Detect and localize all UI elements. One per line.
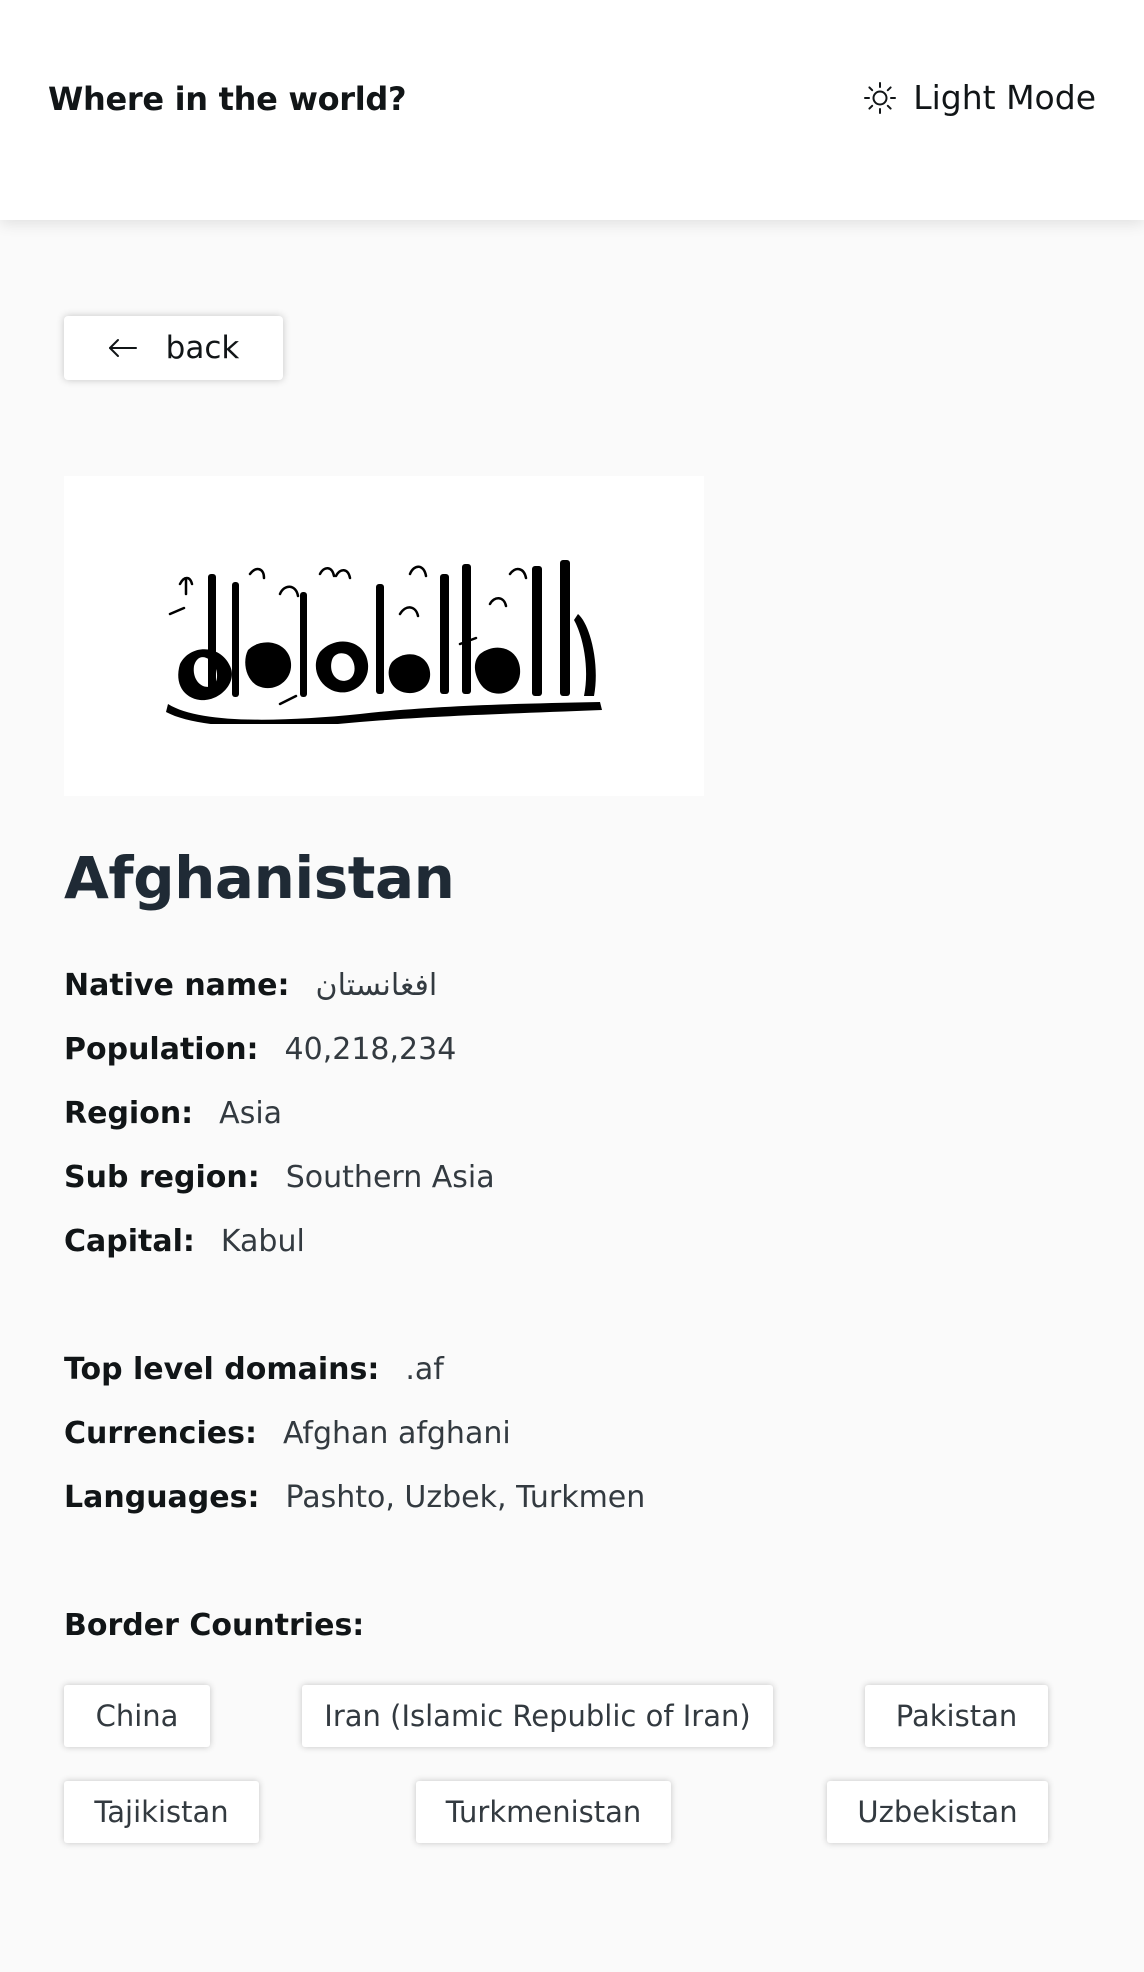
arrow-left-icon bbox=[108, 338, 138, 358]
detail-label: Languages: bbox=[64, 1480, 260, 1515]
flag-calligraphy bbox=[166, 560, 602, 724]
theme-toggle-button[interactable]: Light Mode bbox=[863, 78, 1096, 117]
flag-image bbox=[64, 476, 704, 796]
detail-label: Currencies: bbox=[64, 1416, 257, 1451]
back-button-label: back bbox=[165, 330, 240, 366]
detail-value: Southern Asia bbox=[285, 1160, 495, 1195]
detail-label: Capital: bbox=[64, 1224, 195, 1259]
sun-icon bbox=[863, 81, 897, 115]
theme-toggle-label: Light Mode bbox=[913, 78, 1096, 117]
detail-population: Population: 40,218,234 bbox=[64, 1030, 456, 1070]
detail-sub-region: Sub region: Southern Asia bbox=[64, 1158, 495, 1198]
app-header: Where in the world? Light Mode bbox=[0, 0, 1144, 220]
back-button[interactable]: back bbox=[64, 316, 283, 380]
detail-value: Afghan afghani bbox=[282, 1416, 511, 1451]
border-country-button[interactable]: China bbox=[64, 1685, 210, 1747]
border-country-button[interactable]: Pakistan bbox=[865, 1685, 1048, 1747]
border-country-button[interactable]: Tajikistan bbox=[64, 1781, 259, 1843]
detail-label: Sub region: bbox=[64, 1160, 260, 1195]
detail-label: Region: bbox=[64, 1096, 194, 1131]
border-countries-title: Border Countries: bbox=[64, 1608, 365, 1643]
detail-value: Kabul bbox=[220, 1224, 305, 1259]
detail-value: Pashto, Uzbek, Turkmen bbox=[285, 1480, 646, 1515]
detail-label: Top level domains: bbox=[64, 1352, 380, 1387]
country-name: Afghanistan bbox=[64, 844, 455, 912]
border-country-button[interactable]: Iran (Islamic Republic of Iran) bbox=[302, 1685, 773, 1747]
detail-capital: Capital: Kabul bbox=[64, 1222, 305, 1262]
detail-label: Native name: bbox=[64, 968, 290, 1003]
detail-value: افغانستان bbox=[315, 968, 438, 1003]
detail-currencies: Currencies: Afghan afghani bbox=[64, 1414, 511, 1454]
detail-value: Asia bbox=[219, 1096, 283, 1131]
detail-value: 40,218,234 bbox=[284, 1032, 457, 1067]
border-country-button[interactable]: Uzbekistan bbox=[827, 1781, 1048, 1843]
detail-languages: Languages: Pashto, Uzbek, Turkmen bbox=[64, 1478, 645, 1518]
detail-label: Population: bbox=[64, 1032, 259, 1067]
detail-value: .af bbox=[405, 1352, 444, 1387]
detail-native-name: Native name: افغانستان bbox=[64, 966, 437, 1006]
detail-region: Region: Asia bbox=[64, 1094, 282, 1134]
detail-top-level-domains: Top level domains: .af bbox=[64, 1350, 444, 1390]
app-title: Where in the world? bbox=[48, 80, 407, 118]
border-country-button[interactable]: Turkmenistan bbox=[416, 1781, 671, 1843]
